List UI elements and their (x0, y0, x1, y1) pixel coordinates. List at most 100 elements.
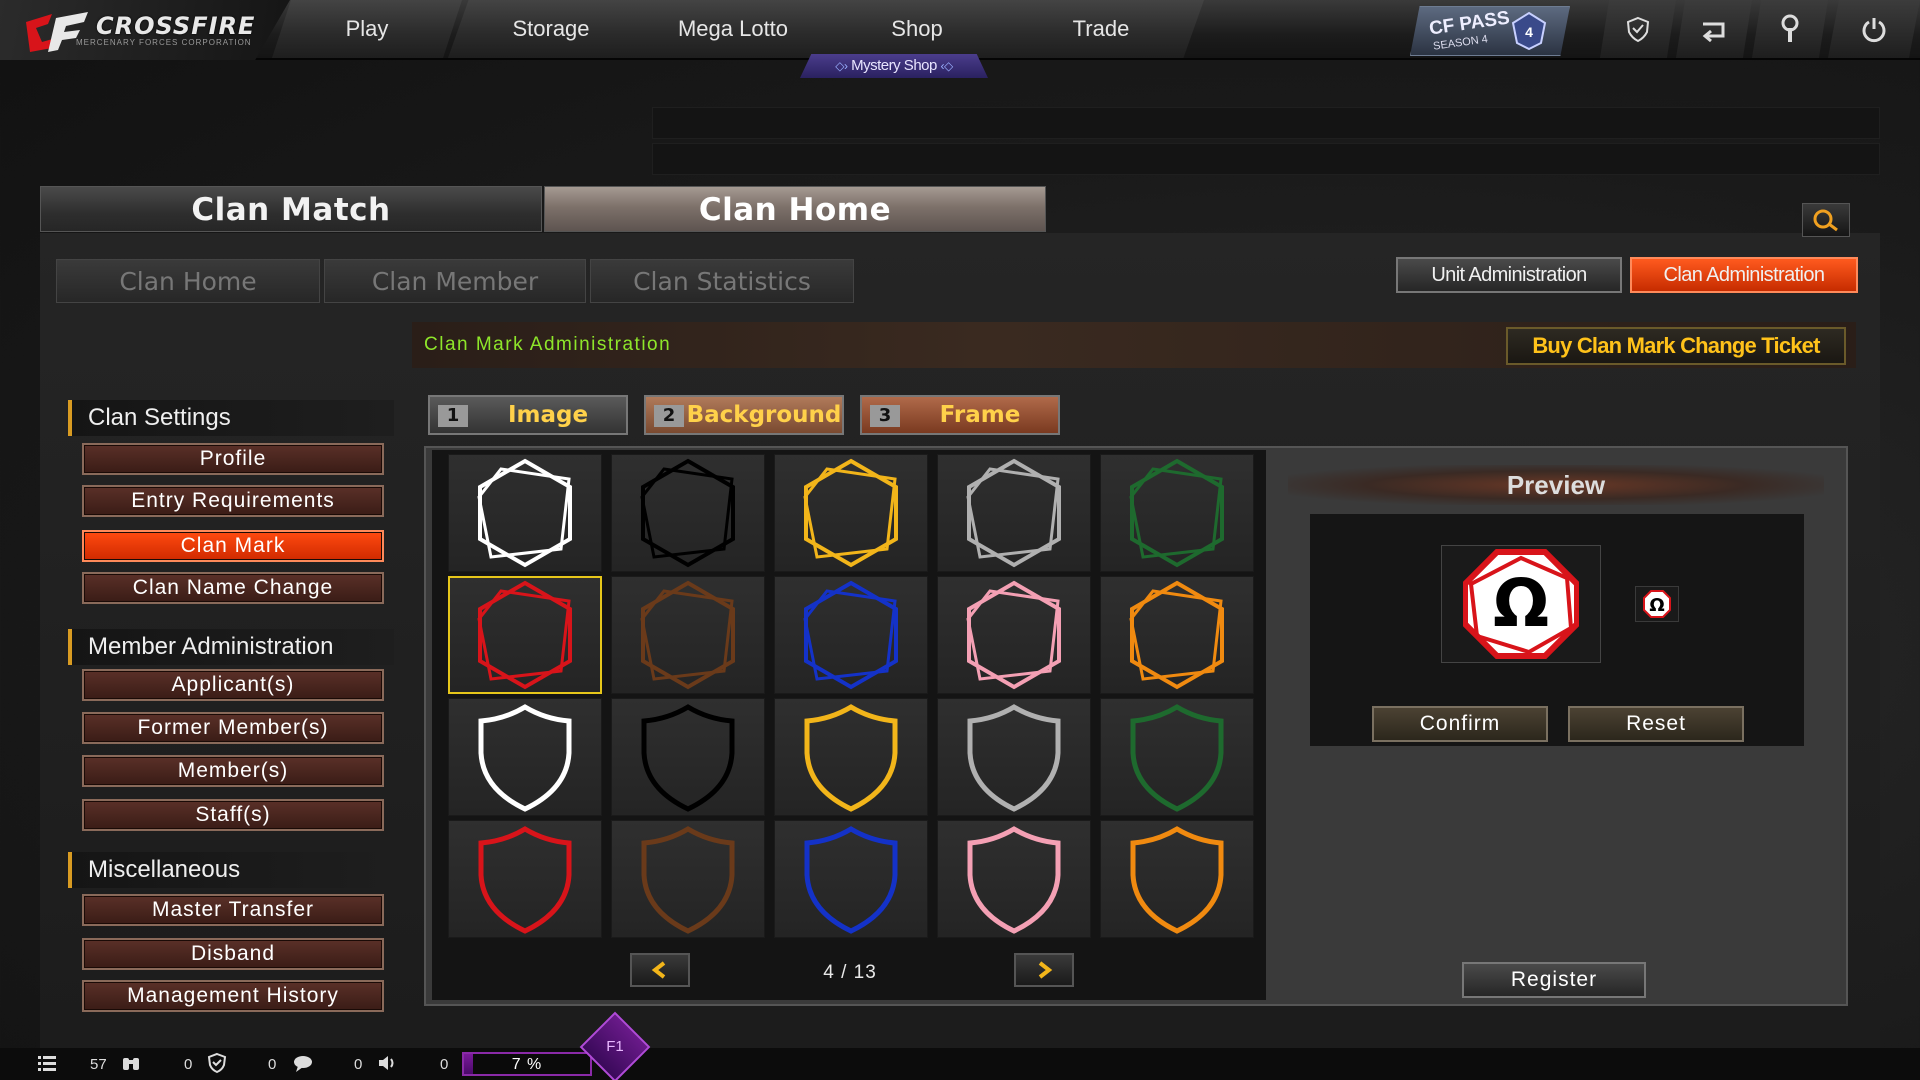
frame-tile[interactable] (937, 454, 1091, 572)
menu-section-clan-settings: Clan Settings (68, 400, 394, 436)
shield-icon[interactable] (206, 1052, 228, 1074)
clan-administration-button[interactable]: Clan Administration (1630, 257, 1858, 293)
chevron-right-icon (1038, 961, 1053, 979)
next-page-button[interactable] (1014, 953, 1074, 987)
menu-disband[interactable]: Disband (82, 938, 384, 970)
clan-mark-preview-large: Ω (1441, 545, 1601, 663)
menu-applicants[interactable]: Applicant(s) (82, 669, 384, 701)
frame-tile[interactable] (448, 576, 602, 694)
nav-shop[interactable]: Shop (812, 0, 1022, 58)
power-button[interactable] (1828, 0, 1920, 58)
unit-administration-button[interactable]: Unit Administration (1396, 257, 1622, 293)
diamond-arrow-icon: ◇› (835, 59, 848, 73)
hexagon-frame-icon (966, 580, 1061, 690)
chat-bubble-icon[interactable] (292, 1052, 314, 1074)
menu-clan-name-change[interactable]: Clan Name Change (82, 572, 384, 604)
shield-frame-icon (641, 704, 735, 812)
cf-pass-banner[interactable]: CF PASS SEASON 4 4 (1410, 6, 1570, 56)
frame-tile[interactable] (774, 698, 928, 816)
frame-tile[interactable] (774, 454, 928, 572)
menu-staffs[interactable]: Staff(s) (82, 799, 384, 831)
menu-list-icon[interactable] (36, 1052, 58, 1074)
frame-tile[interactable] (774, 576, 928, 694)
frame-tile[interactable] (611, 454, 765, 572)
nav-mega-lotto[interactable]: Mega Lotto (630, 0, 836, 58)
buy-clan-mark-ticket-button[interactable]: Buy Clan Mark Change Ticket (1506, 327, 1846, 365)
crossfire-logo[interactable]: CROSSFIRE MERCENARY FORCES CORPORATION (0, 0, 290, 60)
shield-button[interactable] (1600, 0, 1676, 58)
tab-clan-match[interactable]: Clan Match (40, 186, 542, 232)
reset-button[interactable]: Reset (1568, 706, 1744, 742)
shield-frame-icon (478, 826, 572, 934)
hexagon-frame-icon (1129, 458, 1224, 568)
search-button[interactable] (1802, 203, 1850, 237)
return-button[interactable] (1676, 0, 1752, 58)
pass-badge-icon: 4 (1511, 11, 1547, 51)
omega-symbol: Ω (1493, 565, 1549, 642)
shield-frame-icon (967, 704, 1061, 812)
diamond-arrow-icon: ‹◇ (940, 59, 954, 73)
subtab-clan-member[interactable]: Clan Member (324, 259, 586, 303)
shield-icon (1626, 16, 1650, 43)
frame-tile[interactable] (448, 698, 602, 816)
hexagon-frame-icon (966, 458, 1061, 568)
subtab-clan-home[interactable]: Clan Home (56, 259, 320, 303)
hexagon-frame-icon (477, 580, 572, 690)
frame-tile[interactable] (1100, 576, 1254, 694)
frame-tile[interactable] (937, 698, 1091, 816)
frame-tile[interactable] (937, 820, 1091, 938)
tab-clan-home[interactable]: Clan Home (544, 186, 1046, 232)
frame-tile[interactable] (611, 576, 765, 694)
frame-tile[interactable] (448, 820, 602, 938)
menu-former-members[interactable]: Former Member(s) (82, 712, 384, 744)
menu-section-member-administration: Member Administration (68, 629, 394, 665)
menu-master-transfer[interactable]: Master Transfer (82, 894, 384, 926)
menu-management-history[interactable]: Management History (82, 980, 384, 1012)
tab-label: Frame (939, 402, 1021, 428)
tab-image[interactable]: 1 Image (428, 395, 628, 435)
shield-frame-icon (804, 826, 898, 934)
binoculars-icon[interactable] (120, 1052, 142, 1074)
svg-text:4: 4 (1525, 24, 1533, 40)
previous-page-button[interactable] (630, 953, 690, 987)
page-indicator: 4 / 13 (823, 962, 877, 983)
tab-frame[interactable]: 3 Frame (860, 395, 1060, 435)
hexagon-frame-icon (640, 458, 735, 568)
clan-mark-image: Ω (1463, 549, 1579, 659)
speaker-icon[interactable] (376, 1052, 398, 1074)
preview-title: Preview (1288, 465, 1824, 505)
nav-trade[interactable]: Trade (998, 0, 1204, 58)
register-button[interactable]: Register (1462, 962, 1646, 998)
menu-entry-requirements[interactable]: Entry Requirements (82, 485, 384, 517)
nav-storage[interactable]: Storage (448, 0, 654, 58)
hexagon-frame-icon (477, 458, 572, 568)
logo-subtitle: MERCENARY FORCES CORPORATION (76, 38, 252, 47)
nav-play[interactable]: Play (272, 0, 462, 58)
frame-tile[interactable] (448, 454, 602, 572)
subtab-clan-statistics[interactable]: Clan Statistics (590, 259, 854, 303)
menu-members[interactable]: Member(s) (82, 755, 384, 787)
top-navigation-bar: CROSSFIRE MERCENARY FORCES CORPORATION P… (0, 0, 1920, 60)
shield-frame-icon (1130, 826, 1224, 934)
mystery-shop-tab[interactable]: ◇› Mystery Shop ‹◇ (800, 54, 988, 78)
frame-tile[interactable] (1100, 820, 1254, 938)
hexagon-frame-icon (640, 580, 735, 690)
tab-background[interactable]: 2 Background (644, 395, 844, 435)
info-bar (652, 143, 1880, 175)
frame-tile[interactable] (1100, 454, 1254, 572)
search-icon (1813, 209, 1838, 232)
frame-tile[interactable] (937, 576, 1091, 694)
shield-frame-icon (1130, 704, 1224, 812)
frame-tile[interactable] (611, 698, 765, 816)
frame-tile[interactable] (1100, 698, 1254, 816)
frame-tile[interactable] (774, 820, 928, 938)
confirm-button[interactable]: Confirm (1372, 706, 1548, 742)
menu-clan-mark[interactable]: Clan Mark (82, 530, 384, 562)
other-count: 0 (440, 1056, 449, 1073)
clan-online-count: 0 (184, 1056, 193, 1073)
settings-button[interactable] (1752, 0, 1828, 58)
frame-tile[interactable] (611, 820, 765, 938)
omega-symbol: Ω (1649, 595, 1664, 616)
hexagon-frame-icon (803, 458, 898, 568)
menu-profile[interactable]: Profile (82, 443, 384, 475)
